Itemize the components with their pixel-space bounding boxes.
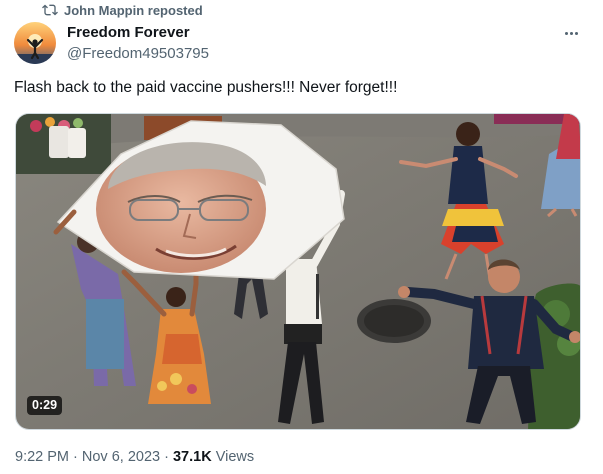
views-label: Views xyxy=(211,449,255,465)
video-player[interactable] xyxy=(15,113,581,430)
tweet-date[interactable]: Nov 6, 2023 xyxy=(82,449,160,465)
tweet-time[interactable]: 9:22 PM xyxy=(15,449,69,465)
avatar-image xyxy=(14,22,56,64)
author-display-name[interactable]: Freedom Forever xyxy=(67,24,209,42)
repost-label: John Mappin reposted xyxy=(64,2,203,18)
author-handle[interactable]: @Freedom49503795 xyxy=(67,45,209,63)
more-options-icon[interactable] xyxy=(561,26,581,40)
tweet-text: Flash back to the paid vaccine pushers!!… xyxy=(14,79,398,96)
meta-separator: · xyxy=(160,449,173,465)
tweet-metadata: 9:22 PM · Nov 6, 2023 · 37.1K Views xyxy=(15,448,254,466)
video-thumbnail xyxy=(16,114,580,429)
video-duration-badge: 0:29 xyxy=(27,396,63,415)
repost-icon xyxy=(42,4,58,16)
avatar[interactable] xyxy=(14,22,56,64)
meta-separator: · xyxy=(69,449,82,465)
views-count: 37.1K xyxy=(172,449,212,465)
repost-indicator[interactable]: John Mappin reposted xyxy=(42,2,203,18)
author-block[interactable]: Freedom Forever @Freedom49503795 xyxy=(67,24,209,63)
repost-card: John Mappin reposted Freedom Forever @Fr… xyxy=(0,0,603,474)
